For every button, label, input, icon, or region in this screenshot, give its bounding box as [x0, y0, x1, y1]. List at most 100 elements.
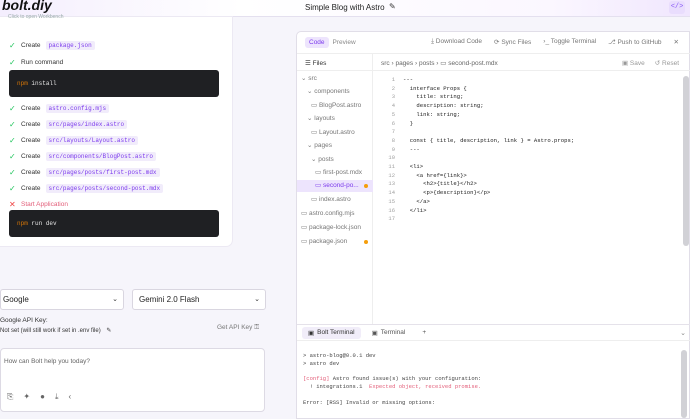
- file-tree: ☰ Files ⌄ src ⌄ components ▭ BlogPost.as…: [297, 54, 373, 324]
- line-number: 10: [388, 154, 395, 162]
- tab-bolt-terminal[interactable]: ▣ Bolt Terminal: [302, 326, 361, 339]
- get-api-key-link[interactable]: Get API Key ⚿: [217, 324, 259, 332]
- line-number: 14: [388, 189, 395, 197]
- tree-file[interactable]: ▭ Layout.astro: [297, 127, 373, 139]
- line-number: 16: [388, 206, 395, 214]
- code-line: ---: [403, 76, 414, 83]
- terminal-scrollbar[interactable]: [681, 350, 687, 418]
- command-args: run dev: [31, 220, 57, 227]
- enhance-icon[interactable]: ✦: [23, 392, 30, 402]
- step-item: ✓ Create src/layouts/Layout.astro: [9, 135, 138, 145]
- chevron-left-icon[interactable]: ‹: [69, 392, 72, 402]
- tree-file-selected[interactable]: ▭ second-po...: [297, 180, 373, 192]
- tree-label: package.json: [308, 238, 348, 245]
- project-title: Simple Blog with Astro: [305, 3, 385, 12]
- breadcrumb-item[interactable]: pages: [395, 60, 413, 67]
- tree-file[interactable]: ▭ index.astro: [297, 194, 373, 206]
- step-item: ✓ Create src/pages/index.astro: [9, 119, 128, 129]
- tree-label: BlogPost.astro: [318, 102, 362, 109]
- tab-label: Bolt Terminal: [317, 329, 355, 336]
- prompt-input[interactable]: How can Bolt help you today?: [4, 358, 90, 365]
- pencil-icon[interactable]: ✎: [389, 2, 396, 11]
- step-item: ✕ Start Application: [9, 199, 68, 209]
- microphone-icon[interactable]: ●: [40, 392, 45, 402]
- sync-files-label: Sync Files: [501, 39, 532, 46]
- logo[interactable]: bolt.diy: [2, 0, 52, 13]
- tree-folder[interactable]: ⌄ src: [297, 73, 373, 85]
- file-pill[interactable]: src/components/BlogPost.astro: [45, 151, 156, 161]
- click-hint[interactable]: Click to open Workbench: [8, 14, 64, 20]
- terminal-output[interactable]: > astro-blog@0.0.1 dev > astro dev [confi…: [297, 352, 690, 419]
- close-icon[interactable]: ✕: [674, 38, 679, 46]
- file-icon: ▭: [440, 60, 447, 67]
- file-pill[interactable]: astro.config.mjs: [45, 103, 110, 113]
- tree-file[interactable]: ▭ astro.config.mjs: [297, 208, 373, 220]
- terminal-line: > astro dev: [303, 359, 340, 367]
- code-line: link: string;: [403, 110, 461, 118]
- tree-label: pages: [314, 142, 332, 149]
- workbench: Code Preview ⤓ Download Code ⟳ Sync File…: [296, 31, 690, 419]
- attach-icon[interactable]: ⎘: [7, 392, 13, 402]
- tree-folder[interactable]: ⌄ layouts: [297, 113, 373, 125]
- line-number: 17: [388, 215, 395, 223]
- toggle-terminal-button[interactable]: ›_ Toggle Terminal: [543, 38, 596, 46]
- line-number: 1: [391, 76, 395, 83]
- download-code-button[interactable]: ⤓ Download Code: [431, 38, 482, 46]
- tab-terminal[interactable]: ▣ Terminal: [366, 327, 412, 339]
- tree-file[interactable]: ▭ package-lock.json: [297, 222, 373, 234]
- check-icon: ✓: [9, 151, 16, 161]
- edit-icon[interactable]: ✎: [106, 328, 111, 334]
- line-number: 12: [388, 171, 395, 179]
- file-pill[interactable]: src/layouts/Layout.astro: [45, 135, 138, 145]
- check-icon: ✓: [9, 135, 16, 145]
- tree-folder[interactable]: ⌄ posts: [297, 154, 373, 166]
- step-item: ✓ Create astro.config.mjs: [9, 103, 110, 113]
- error-icon: ✕: [9, 199, 16, 209]
- file-pill[interactable]: src/pages/posts/first-post.mdx: [45, 167, 160, 177]
- terminal-line: [config] Astro found issue(s) with your …: [303, 375, 482, 383]
- terminal-line: > astro-blog@0.0.1 dev: [303, 352, 376, 359]
- reset-button[interactable]: ↺ Reset: [655, 59, 679, 67]
- prompt-box[interactable]: How can Bolt help you today? ⎘ ✦ ● ⤓ ‹: [0, 348, 265, 412]
- step-item: ✓ Create src/components/BlogPost.astro: [9, 151, 156, 161]
- tree-file[interactable]: ▭ first-post.mdx: [297, 167, 373, 179]
- terminal-icon: ▣: [371, 329, 378, 337]
- push-github-button[interactable]: ⎇ Push to GitHub: [608, 38, 661, 46]
- tab-code[interactable]: Code: [305, 37, 329, 48]
- save-label: Save: [629, 60, 645, 67]
- tree-file[interactable]: ▭ package.json: [297, 236, 373, 248]
- breadcrumb-item[interactable]: second-post.mdx: [448, 60, 498, 67]
- workbench-toggle-button[interactable]: </>: [669, 1, 685, 14]
- tree-file[interactable]: ▭ BlogPost.astro: [297, 100, 373, 112]
- chevron-down-icon[interactable]: ⌄: [680, 329, 686, 337]
- breadcrumb-item[interactable]: posts: [419, 60, 435, 67]
- download-icon[interactable]: ⤓: [55, 392, 59, 402]
- file-pill[interactable]: src/pages/index.astro: [45, 119, 128, 129]
- code-content[interactable]: --- interface Props { title: string; des…: [403, 76, 574, 224]
- code-editor[interactable]: src › pages › posts › ▭ second-post.mdx …: [373, 54, 690, 324]
- save-button[interactable]: ▣ Save: [622, 59, 645, 67]
- breadcrumb-item[interactable]: src: [381, 60, 390, 67]
- step-label: Create: [21, 152, 41, 160]
- step-item: ✓ Create package.json: [9, 40, 95, 50]
- breadcrumb: src › pages › posts › ▭ second-post.mdx …: [373, 54, 690, 71]
- workbench-header: Code Preview ⤓ Download Code ⟳ Sync File…: [297, 32, 690, 54]
- step-label: Create: [21, 41, 41, 49]
- editor-scrollbar[interactable]: [683, 76, 689, 246]
- tab-preview[interactable]: Preview: [329, 37, 360, 48]
- tree-folder[interactable]: ⌄ pages: [297, 140, 373, 152]
- workbench-actions: ⤓ Download Code ⟳ Sync Files ›_ Toggle T…: [431, 38, 679, 46]
- sync-files-button[interactable]: ⟳ Sync Files: [494, 38, 531, 46]
- tree-folder[interactable]: ⌄ components: [297, 86, 373, 98]
- get-api-key-label: Get API Key: [217, 324, 253, 331]
- code-line: <li>: [403, 163, 424, 171]
- file-pill[interactable]: package.json: [45, 40, 95, 50]
- file-pill[interactable]: src/pages/posts/second-post.mdx: [45, 183, 164, 193]
- add-terminal-button[interactable]: +: [416, 327, 432, 338]
- model-select[interactable]: Gemini 2.0 Flash ⌄: [132, 289, 266, 310]
- chevron-down-icon: ⌄: [254, 296, 260, 303]
- code-line: <a href={link}>: [403, 171, 467, 179]
- tree-label: src: [308, 75, 317, 82]
- step-label: Run command: [21, 58, 64, 66]
- provider-select[interactable]: Google ⌄: [0, 289, 124, 310]
